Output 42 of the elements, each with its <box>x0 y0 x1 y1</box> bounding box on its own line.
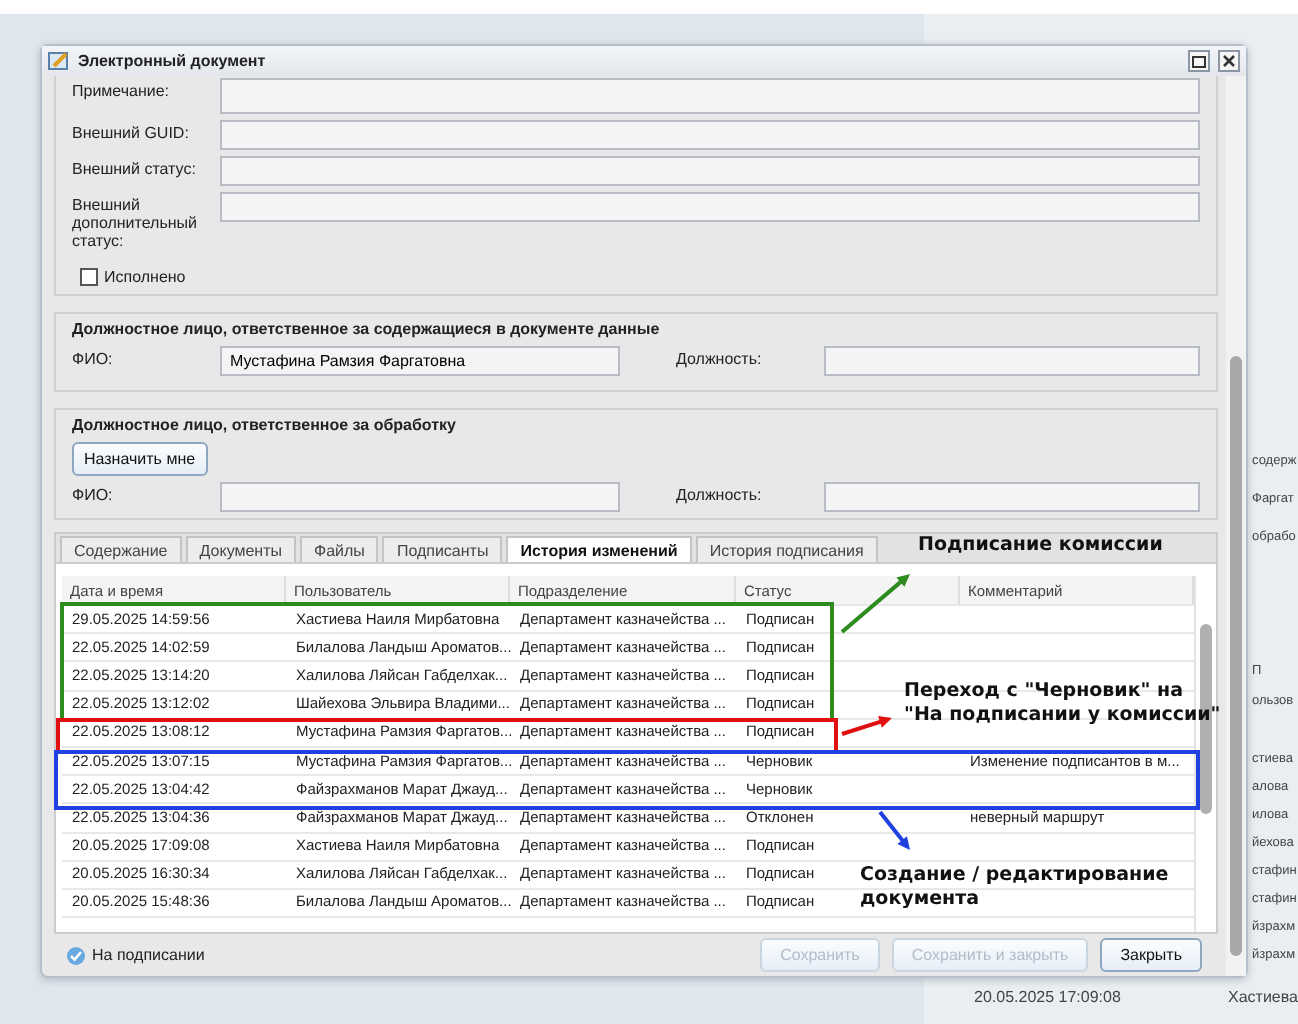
field-label: Должность: <box>676 484 764 504</box>
scrollbar[interactable] <box>1226 76 1246 976</box>
input-field[interactable] <box>220 156 1200 186</box>
maximize-button[interactable] <box>1188 50 1210 72</box>
field-label: Внешний GUID: <box>72 122 191 142</box>
annotation-text: Создание / редактирование документа <box>860 864 1169 912</box>
window-title: Электронный документ <box>78 52 268 70</box>
background-text: Хастиева <box>1228 988 1298 1006</box>
annotation-text: Подписание комиссии <box>918 534 1163 558</box>
input-field[interactable] <box>220 78 1200 114</box>
field-label: ФИО: <box>72 484 115 504</box>
checkbox[interactable]: Исполнено <box>80 268 1200 286</box>
check-circle-icon <box>66 945 86 965</box>
section-title: Должностное лицо, ответственное за обработку <box>72 416 458 436</box>
tab[interactable]: Подписанты <box>382 536 503 562</box>
tab[interactable]: История подписания <box>695 536 878 562</box>
tab[interactable]: История изменений <box>506 536 692 562</box>
arrow <box>878 810 910 850</box>
input-field[interactable]: Мустафина Рамзия Фаргатовна <box>220 346 620 376</box>
field-label: Внешний статус: <box>72 158 198 178</box>
input-field[interactable] <box>824 482 1200 512</box>
assign-button[interactable]: Назначить мне <box>72 442 208 476</box>
field-label: ФИО: <box>72 348 115 368</box>
arrow <box>840 574 910 634</box>
document-icon <box>48 51 70 71</box>
section-title: Должностное лицо, ответственное за содержащиеся в документе данные <box>72 320 662 340</box>
field-label: Примечание: <box>72 80 172 100</box>
input-field[interactable] <box>220 120 1200 150</box>
annotation-text: Переход с "Черновик" на "На подписании у комиссии" <box>904 680 1221 728</box>
tab[interactable]: Документы <box>185 536 297 562</box>
dialog-button[interactable]: Закрыть <box>1100 938 1202 972</box>
input-field[interactable] <box>220 482 620 512</box>
field-label: Внешний дополнительный статус: <box>72 194 200 250</box>
input-field[interactable] <box>220 192 1200 222</box>
tab[interactable]: Содержание <box>60 536 182 562</box>
arrow <box>841 716 892 736</box>
background-text: 20.05.2025 17:09:08 <box>974 988 1121 1006</box>
field-label: Должность: <box>676 348 764 368</box>
close-button[interactable] <box>1218 50 1240 72</box>
input-field[interactable] <box>824 346 1200 376</box>
status-text: На подписании <box>92 946 205 964</box>
tab[interactable]: Файлы <box>300 536 379 562</box>
